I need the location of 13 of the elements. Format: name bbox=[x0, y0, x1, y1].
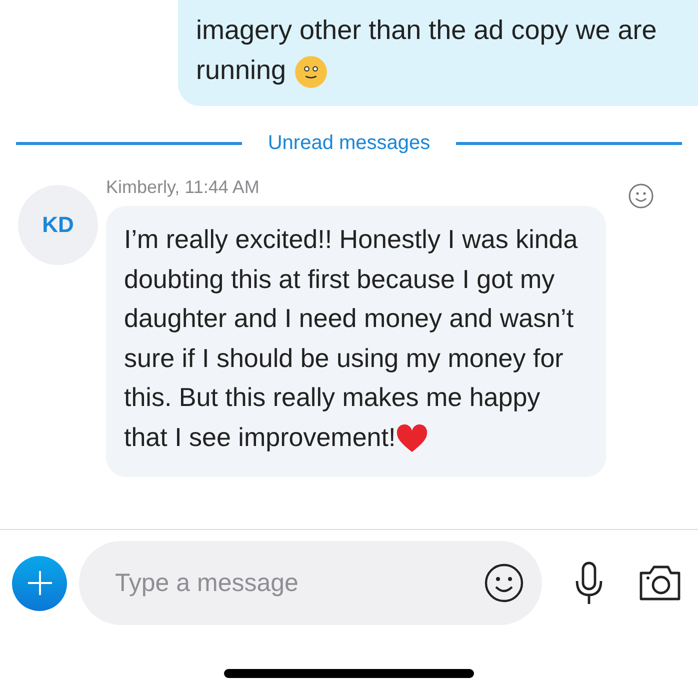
heart-emoji-icon bbox=[396, 424, 428, 454]
message-field[interactable]: Type a message bbox=[113, 568, 484, 598]
emoji-icon[interactable] bbox=[484, 563, 524, 603]
unread-divider-label: Unread messages bbox=[268, 132, 430, 155]
message-box[interactable]: Type a message bbox=[79, 541, 542, 625]
add-reaction-icon[interactable] bbox=[628, 183, 654, 209]
smiley-emoji-icon bbox=[294, 54, 328, 89]
sender-timestamp: Kimberly, 11:44 AM bbox=[106, 177, 260, 198]
avatar[interactable]: KD bbox=[18, 185, 98, 265]
message-bubble: I’m really excited!! Honestly I was kinda doubting this at first because I got my daughter and I need money and wasn’t sure if I should be using my money for this. But this really makes me happy that I see improvement! bbox=[106, 206, 606, 477]
message-bubble: imagery other than the ad copy we are running bbox=[178, 0, 698, 106]
camera-icon[interactable] bbox=[638, 564, 682, 602]
microphone-icon[interactable] bbox=[574, 561, 604, 605]
